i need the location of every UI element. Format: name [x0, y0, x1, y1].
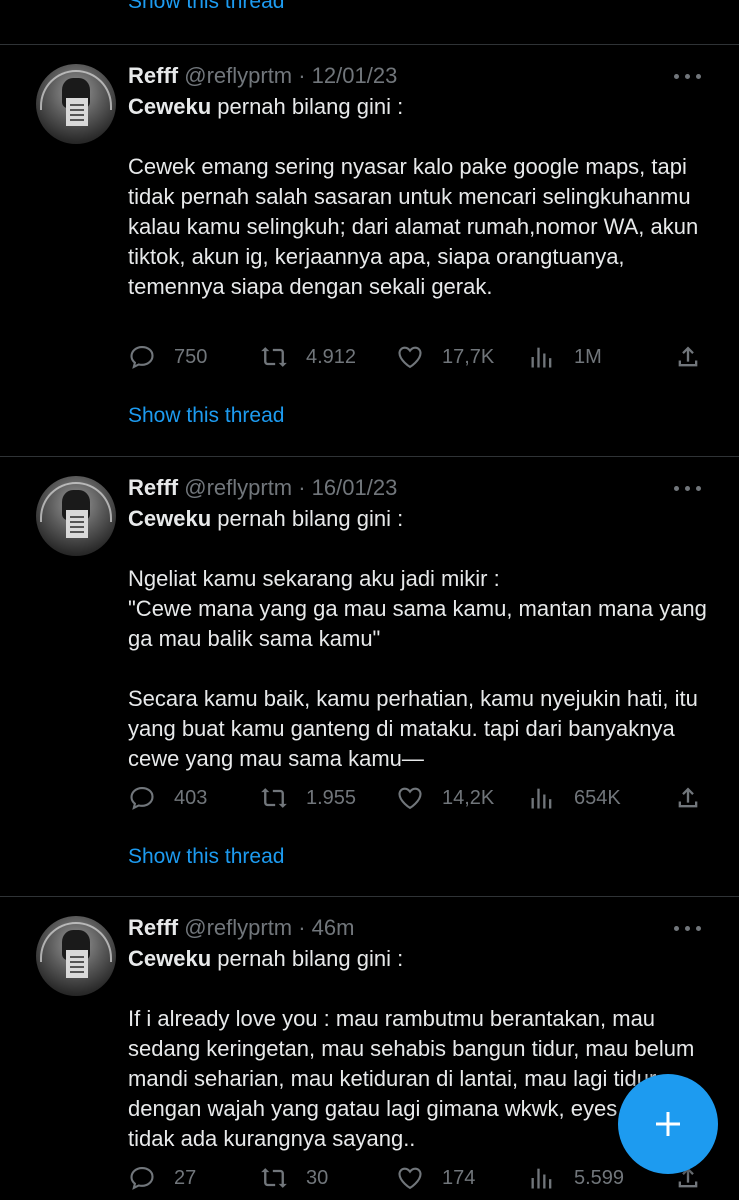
compose-icon: [656, 1112, 680, 1136]
retweet-count: 1.955: [306, 786, 357, 809]
tweet-header: Refff @reflyprtm · 46m: [128, 914, 354, 942]
avatar[interactable]: [36, 64, 116, 144]
tweet-actions: 403 1.955 14,2K 654K: [128, 783, 708, 813]
handle-date: @reflyprtm · 46m: [184, 915, 355, 940]
retweet-button[interactable]: 4.912: [260, 342, 356, 372]
more-icon[interactable]: [674, 486, 702, 492]
lead-bold: Ceweku: [128, 506, 212, 531]
show-thread-link[interactable]: Show this thread: [128, 845, 284, 869]
retweet-count: 30: [306, 1166, 329, 1189]
views-count: 1M: [574, 345, 602, 368]
tweet-text: Ceweku pernah bilang gini : Cewek emang …: [128, 92, 708, 302]
tweet[interactable]: Refff @reflyprtm · 12/01/23 Ceweku perna…: [0, 44, 739, 456]
display-name[interactable]: Refff: [128, 475, 178, 500]
reply-count: 27: [174, 1166, 197, 1189]
lead-bold: Ceweku: [128, 946, 212, 971]
reply-count: 403: [174, 786, 208, 809]
lead-rest: pernah bilang gini :: [211, 506, 404, 531]
tweet-actions: 27 30 174 5.599: [128, 1163, 708, 1193]
handle-date: @reflyprtm · 16/01/23: [184, 475, 398, 500]
tweet-actions: 750 4.912 17,7K 1M: [128, 342, 708, 372]
like-button[interactable]: 17,7K: [396, 342, 494, 372]
compose-button[interactable]: [618, 1074, 718, 1174]
views-count: 5.599: [574, 1166, 625, 1189]
retweet-button[interactable]: 30: [260, 1163, 328, 1193]
tweet-header: Refff @reflyprtm · 16/01/23: [128, 474, 397, 502]
lead-rest: pernah bilang gini :: [211, 946, 404, 971]
more-icon[interactable]: [674, 74, 702, 80]
views-count: 654K: [574, 786, 621, 809]
views-button[interactable]: 5.599: [528, 1163, 624, 1193]
retweet-count: 4.912: [306, 345, 357, 368]
display-name[interactable]: Refff: [128, 63, 178, 88]
retweet-button[interactable]: 1.955: [260, 783, 356, 813]
avatar[interactable]: [36, 916, 116, 996]
share-button[interactable]: [674, 783, 702, 813]
views-icon: [531, 1168, 552, 1189]
views-button[interactable]: 1M: [528, 342, 602, 372]
share-button[interactable]: [674, 342, 702, 372]
reply-button[interactable]: 750: [128, 342, 207, 372]
reply-icon: [130, 346, 154, 369]
paragraph: Secara kamu baik, kamu perhatian, kamu n…: [128, 686, 698, 771]
retweet-icon: [261, 347, 287, 367]
lead-rest: pernah bilang gini :: [211, 94, 404, 119]
share-icon: [678, 346, 698, 367]
reply-count: 750: [174, 345, 208, 368]
show-thread-link[interactable]: Show this thread: [128, 404, 284, 428]
more-icon[interactable]: [674, 926, 702, 932]
like-icon: [398, 787, 422, 810]
lead-bold: Ceweku: [128, 94, 212, 119]
like-icon: [398, 1167, 422, 1190]
show-thread-link-top[interactable]: Show this thread: [128, 0, 284, 12]
reply-icon: [130, 787, 154, 810]
like-button[interactable]: 14,2K: [396, 783, 494, 813]
views-icon: [531, 347, 552, 368]
retweet-icon: [261, 1168, 287, 1188]
tweet-text: Ceweku pernah bilang gini : Ngeliat kamu…: [128, 504, 708, 774]
retweet-icon: [261, 788, 287, 808]
share-icon: [678, 787, 698, 808]
like-button[interactable]: 174: [396, 1163, 475, 1193]
like-icon: [398, 346, 422, 369]
tweet-header: Refff @reflyprtm · 12/01/23: [128, 62, 397, 90]
like-count: 14,2K: [442, 786, 495, 809]
display-name[interactable]: Refff: [128, 915, 178, 940]
like-count: 174: [442, 1166, 476, 1189]
reply-icon: [130, 1167, 154, 1190]
views-icon: [531, 788, 552, 809]
views-button[interactable]: 654K: [528, 783, 621, 813]
avatar[interactable]: [36, 476, 116, 556]
reply-button[interactable]: 27: [128, 1163, 196, 1193]
reply-button[interactable]: 403: [128, 783, 207, 813]
paragraph: Cewek emang sering nyasar kalo pake goog…: [128, 154, 699, 299]
paragraph: "Cewe mana yang ga mau sama kamu, mantan…: [128, 596, 707, 651]
like-count: 17,7K: [442, 345, 495, 368]
tweet[interactable]: Refff @reflyprtm · 16/01/23 Ceweku perna…: [0, 456, 739, 896]
handle-date: @reflyprtm · 12/01/23: [184, 63, 398, 88]
paragraph: Ngeliat kamu sekarang aku jadi mikir :: [128, 566, 500, 591]
